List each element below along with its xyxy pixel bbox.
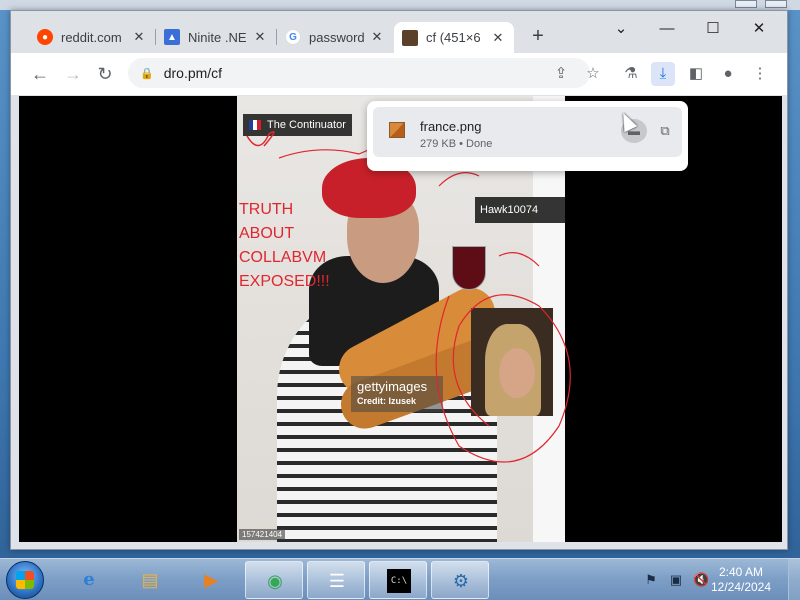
user-tag: Hawk10074 — [475, 197, 565, 223]
close-icon[interactable]: ✕ — [252, 29, 268, 45]
desktop-strip — [0, 0, 800, 10]
clock[interactable]: 2:40 AM 12/24/2024 — [700, 565, 782, 595]
taskbar: e ▤ ▶ ◉ ☰ C:\ ⚙ ⚑ ▣ 🔇 2:40 AM 12/24/2024 — [0, 558, 800, 600]
task-list-icon[interactable]: ☰ — [307, 561, 365, 599]
internet-explorer-icon[interactable]: e — [60, 561, 118, 599]
tab-search-button[interactable]: ⌄ — [599, 17, 643, 41]
tab-password[interactable]: G password ✕ — [277, 22, 393, 52]
google-icon: G — [285, 29, 301, 45]
clock-time: 2:40 AM — [718, 565, 764, 579]
clock-date: 12/24/2024 — [710, 580, 772, 594]
chrome-icon[interactable]: ◉ — [245, 561, 303, 599]
external-open-icon[interactable]: ⧉ — [655, 119, 675, 143]
getty-credit: Credit: Izusek — [357, 396, 417, 406]
sidepanel-icon[interactable]: ◧ — [684, 62, 708, 86]
flag-icon[interactable]: ⚑ — [643, 572, 659, 588]
address-text: dro.pm/cf — [163, 65, 223, 81]
labs-icon[interactable]: ⚗ — [619, 62, 643, 86]
reddit-icon: ● — [37, 29, 53, 45]
pasted-photo-face — [499, 348, 535, 398]
desktop-window-icon — [735, 0, 757, 8]
close-icon[interactable]: ✕ — [490, 30, 506, 46]
stock-id: 157421404 — [239, 529, 286, 540]
image-wine-glass — [452, 246, 486, 290]
getty-brand: gettyimages — [357, 379, 428, 394]
name-tag-label: The Continuator — [267, 119, 346, 131]
close-window-button[interactable]: ✕ — [737, 17, 781, 41]
new-tab-button[interactable]: + — [526, 25, 550, 49]
tab-title: password — [309, 29, 365, 45]
tab-title: Ninite .NE — [188, 29, 247, 45]
tab-reddit[interactable]: ● reddit.com ✕ — [29, 22, 155, 52]
reload-button[interactable]: ↻ — [93, 62, 117, 86]
minimize-button[interactable]: — — [645, 17, 689, 41]
windows-logo-icon — [16, 571, 34, 589]
ninite-icon: ▲ — [164, 29, 180, 45]
lock-icon[interactable]: 🔒 — [140, 67, 154, 80]
getty-watermark: gettyimages Credit: Izusek — [351, 376, 443, 412]
download-bubble: france.png 279 KB • Done ▬ ⧉ — [367, 101, 688, 171]
tab-cf[interactable]: cf (451×6 ✕ — [394, 22, 514, 53]
desktop-window-icon — [765, 0, 787, 8]
back-button[interactable]: ← — [28, 62, 52, 86]
windows-start-icon[interactable] — [6, 561, 44, 599]
media-player-icon[interactable]: ▶ — [182, 561, 240, 599]
toolbar: ← → ↻ 🔒 dro.pm/cf ⇪ ☆ ⚗ ⤓ ◧ ● ⋮ — [11, 53, 787, 95]
control-panel-icon[interactable]: ⚙ — [431, 561, 489, 599]
scrawled-text: TRUTH ABOUT COLLABVM EXPOSED!!! — [239, 201, 330, 290]
maximize-button[interactable]: ☐ — [691, 17, 735, 41]
tab-ninite[interactable]: ▲ Ninite .NE ✕ — [156, 22, 276, 52]
network-icon[interactable]: ▣ — [668, 572, 684, 588]
file-explorer-icon[interactable]: ▤ — [121, 561, 179, 599]
tab-strip: ● reddit.com ✕ ▲ Ninite .NE ✕ G password… — [11, 11, 787, 53]
close-icon[interactable]: ✕ — [131, 29, 147, 45]
france-flag-icon — [249, 120, 261, 130]
show-desktop-button[interactable] — [788, 559, 800, 600]
address-bar[interactable]: 🔒 dro.pm/cf — [128, 58, 590, 88]
command-prompt-icon[interactable]: C:\ — [369, 561, 427, 599]
image-icon — [402, 29, 418, 46]
name-tag: The Continuator — [243, 114, 352, 136]
close-icon[interactable]: ✕ — [369, 29, 385, 45]
browser-window: ● reddit.com ✕ ▲ Ninite .NE ✕ G password… — [10, 10, 788, 550]
download-item[interactable]: france.png 279 KB • Done ▬ ⧉ — [373, 107, 682, 157]
profile-icon[interactable]: ● — [716, 62, 740, 86]
star-icon[interactable]: ☆ — [581, 62, 605, 86]
pasted-photo — [471, 308, 553, 416]
tab-title: reddit.com — [61, 29, 122, 45]
menu-icon[interactable]: ⋮ — [748, 62, 772, 86]
tab-title: cf (451×6 — [426, 30, 481, 45]
file-png-icon — [389, 122, 405, 138]
download-icon[interactable]: ⤓ — [651, 62, 675, 86]
download-filename: france.png — [420, 119, 482, 134]
download-meta: 279 KB • Done — [420, 138, 493, 150]
forward-button[interactable]: → — [61, 62, 85, 86]
share-icon[interactable]: ⇪ — [549, 62, 573, 86]
